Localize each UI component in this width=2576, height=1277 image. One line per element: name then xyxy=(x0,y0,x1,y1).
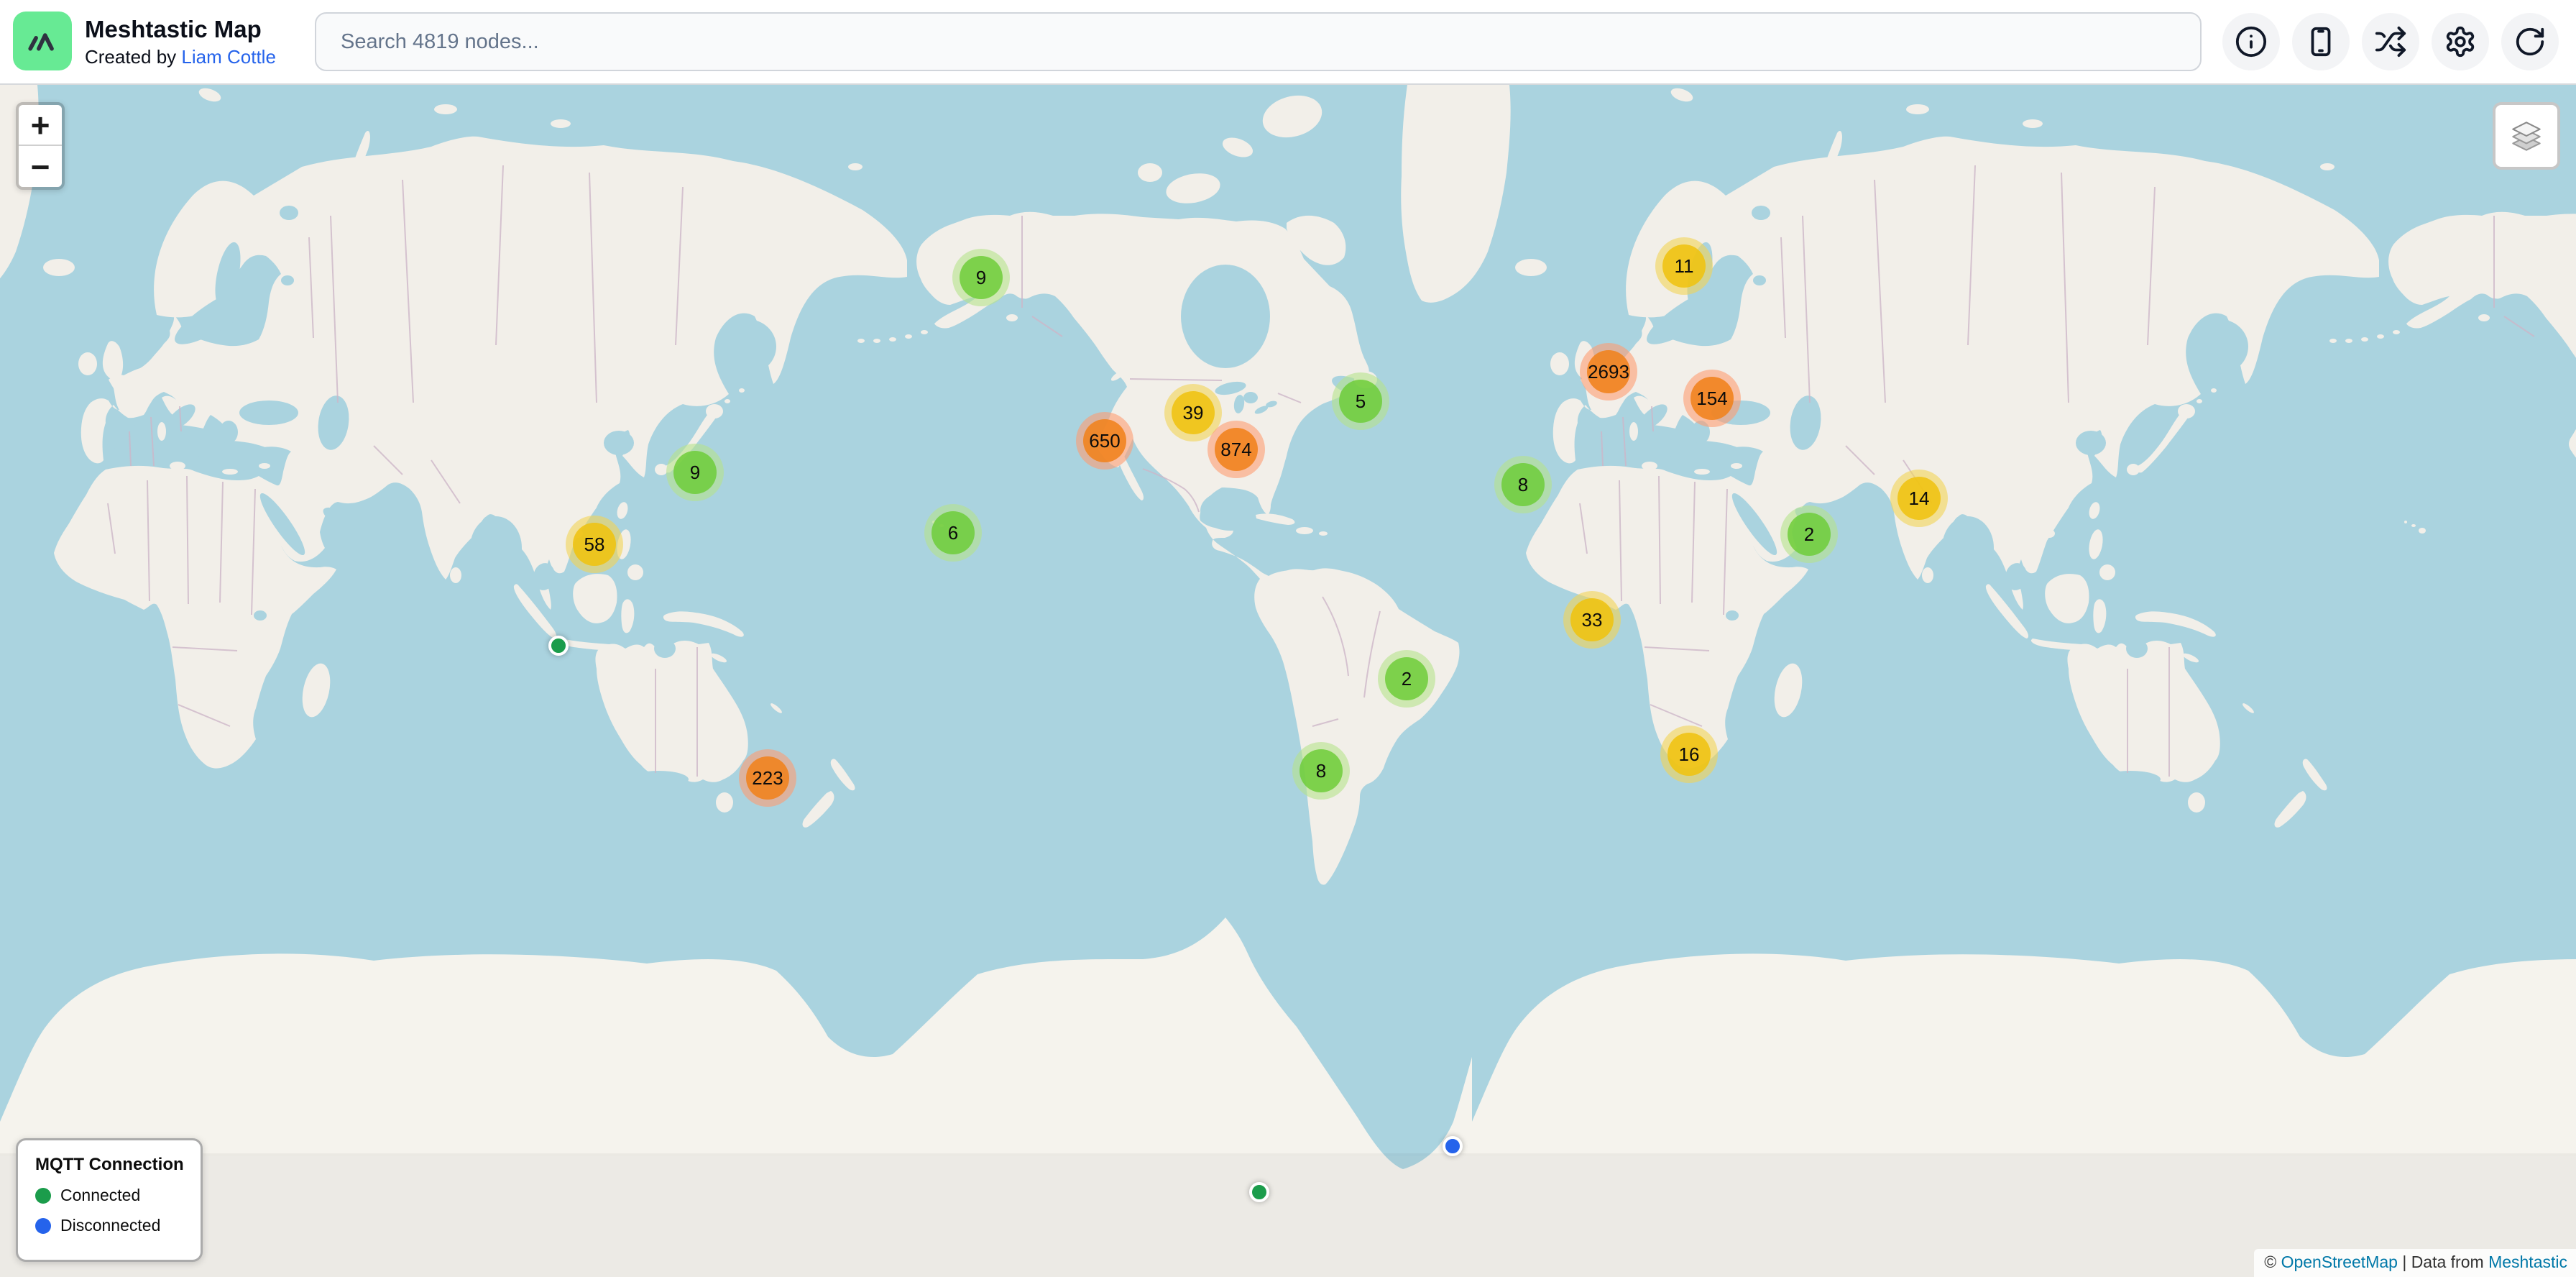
meshtastic-map-app: 911269315439650874581492586332816223 + −… xyxy=(0,0,2576,1277)
cluster-marker[interactable]: 5 xyxy=(1332,372,1389,430)
search-input[interactable] xyxy=(315,12,2202,71)
header: Meshtastic Map Created by Liam Cottle xyxy=(0,0,2576,85)
header-actions xyxy=(2222,13,2559,70)
cluster-marker[interactable]: 154 xyxy=(1683,370,1741,427)
openstreetmap-link[interactable]: OpenStreetMap xyxy=(2281,1253,2398,1271)
cluster-count: 39 xyxy=(1172,391,1215,434)
cluster-count: 58 xyxy=(573,523,616,566)
cluster-marker[interactable]: 2 xyxy=(1378,650,1435,708)
cluster-count: 650 xyxy=(1083,419,1126,462)
app-logo xyxy=(13,12,72,70)
connected-dot xyxy=(35,1188,51,1204)
cluster-count: 9 xyxy=(960,256,1003,299)
legend-row-disconnected: Disconnected xyxy=(35,1216,201,1235)
cluster-marker[interactable]: 16 xyxy=(1660,726,1718,783)
cluster-marker[interactable]: 14 xyxy=(1890,470,1948,527)
disconnected-dot xyxy=(35,1218,51,1234)
meshtastic-logo-icon xyxy=(22,21,63,61)
random-node-button[interactable] xyxy=(2362,13,2419,70)
attribution-copyright: © xyxy=(2264,1253,2281,1271)
attribution-separator: | Data from xyxy=(2398,1253,2488,1271)
mqtt-legend: MQTT Connection Connected Disconnected xyxy=(16,1138,203,1262)
cluster-marker[interactable]: 2693 xyxy=(1580,343,1637,401)
cluster-marker[interactable]: 6 xyxy=(924,504,982,562)
cluster-count: 874 xyxy=(1215,428,1258,471)
settings-icon xyxy=(2444,25,2477,58)
cluster-count: 6 xyxy=(932,511,975,554)
settings-button[interactable] xyxy=(2432,13,2489,70)
cluster-marker[interactable]: 11 xyxy=(1655,237,1713,295)
refresh-button[interactable] xyxy=(2501,13,2559,70)
legend-label: Connected xyxy=(60,1186,140,1205)
map-attribution: © OpenStreetMap | Data from Meshtastic xyxy=(2254,1249,2576,1277)
cluster-marker[interactable]: 874 xyxy=(1208,421,1265,478)
cluster-count: 2693 xyxy=(1587,350,1630,393)
page-subtitle: Created by Liam Cottle xyxy=(85,46,276,68)
zoom-control: + − xyxy=(16,102,65,190)
cluster-count: 2 xyxy=(1788,513,1831,556)
cluster-marker[interactable]: 8 xyxy=(1292,742,1350,800)
cluster-count: 14 xyxy=(1898,477,1941,520)
node-marker-connected[interactable] xyxy=(1249,1182,1269,1202)
refresh-icon xyxy=(2513,25,2547,58)
cluster-marker[interactable]: 650 xyxy=(1076,412,1133,470)
meshtastic-link[interactable]: Meshtastic xyxy=(2488,1253,2567,1271)
cluster-marker[interactable]: 9 xyxy=(666,444,724,501)
cluster-marker[interactable]: 223 xyxy=(739,749,796,807)
world-map-tiles xyxy=(0,0,2576,1277)
cluster-count: 223 xyxy=(746,756,789,800)
cluster-count: 11 xyxy=(1662,244,1706,288)
cluster-count: 9 xyxy=(673,451,717,494)
shuffle-icon xyxy=(2374,25,2407,58)
legend-row-connected: Connected xyxy=(35,1186,201,1205)
legend-title: MQTT Connection xyxy=(35,1155,201,1175)
cluster-count: 16 xyxy=(1668,733,1711,776)
mobile-app-button[interactable] xyxy=(2292,13,2350,70)
info-button[interactable] xyxy=(2222,13,2280,70)
info-icon xyxy=(2235,25,2268,58)
cluster-count: 33 xyxy=(1570,598,1614,641)
node-marker-connected[interactable] xyxy=(548,636,569,656)
zoom-out-button[interactable]: − xyxy=(19,146,62,187)
layers-icon xyxy=(2507,116,2546,155)
cluster-marker[interactable]: 8 xyxy=(1494,456,1552,513)
cluster-count: 154 xyxy=(1690,377,1734,420)
node-marker-disconnected[interactable] xyxy=(1443,1136,1463,1156)
author-link[interactable]: Liam Cottle xyxy=(181,46,276,68)
cluster-count: 5 xyxy=(1339,380,1382,423)
legend-label: Disconnected xyxy=(60,1216,160,1235)
page-title: Meshtastic Map xyxy=(85,15,276,44)
brand-text: Meshtastic Map Created by Liam Cottle xyxy=(85,15,276,68)
cluster-count: 8 xyxy=(1300,749,1343,792)
zoom-in-button[interactable]: + xyxy=(19,105,62,146)
cluster-marker[interactable]: 58 xyxy=(566,516,623,573)
layers-control[interactable] xyxy=(2493,102,2560,170)
cluster-count: 2 xyxy=(1385,657,1428,700)
cluster-marker[interactable]: 9 xyxy=(952,249,1010,306)
cluster-count: 8 xyxy=(1501,463,1545,506)
subtitle-prefix: Created by xyxy=(85,46,181,68)
smartphone-icon xyxy=(2304,25,2337,58)
cluster-marker[interactable]: 33 xyxy=(1563,591,1621,649)
map-canvas[interactable]: 911269315439650874581492586332816223 + −… xyxy=(0,0,2576,1277)
cluster-marker[interactable]: 2 xyxy=(1780,505,1838,563)
